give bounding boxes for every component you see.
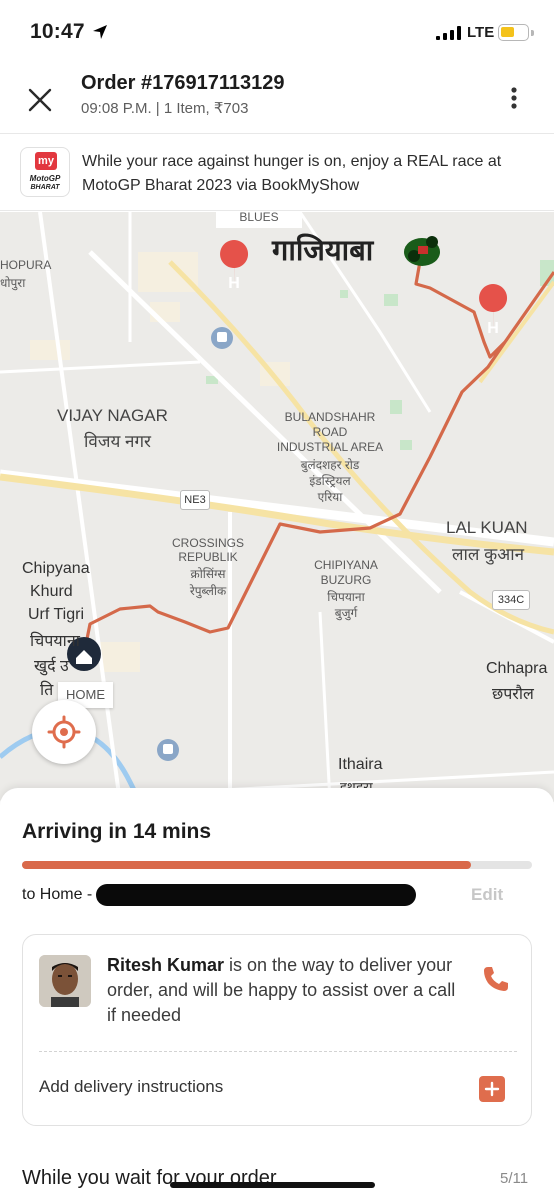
more-options-icon[interactable]: [504, 82, 524, 114]
map-label: विजय नगर: [84, 432, 152, 451]
delivery-instructions-label[interactable]: Add delivery instructions: [39, 1077, 223, 1097]
promo-banner[interactable]: my MotoGP BHARAT While your race against…: [0, 133, 554, 211]
logo-text: BHARAT: [30, 184, 60, 191]
status-bar: 10:47 LTE: [0, 0, 554, 64]
location-arrow-icon: [93, 25, 107, 39]
map-label: BLUES: [216, 212, 302, 228]
logo-text: my: [35, 152, 57, 170]
rider-card: Ritesh Kumar is on the way to deliver yo…: [22, 934, 532, 1126]
map-label: धोपुरा: [0, 276, 26, 290]
map-label: VIJAY NAGAR: [57, 406, 168, 425]
battery-tip: [531, 30, 534, 36]
map-label: चिपयाना: [30, 633, 80, 650]
map-label: INDUSTRIAL AREA: [276, 440, 384, 454]
map-label: REPUBLIK: [178, 550, 238, 564]
order-header: Order #176917113129 09:08 P.M. | 1 Item,…: [0, 64, 554, 132]
svg-text:H: H: [228, 275, 240, 292]
map-label: Chipyana: [22, 560, 90, 577]
plus-icon: [484, 1081, 500, 1097]
order-title: Order #176917113129: [81, 72, 285, 94]
rider-name: Ritesh Kumar: [107, 955, 225, 975]
promo-text: While your race against hunger is on, en…: [82, 153, 502, 194]
crosshair-icon: [47, 715, 81, 749]
delivery-address-label: to Home -: [22, 886, 93, 903]
redacted-address: [96, 884, 416, 906]
card-divider: [39, 1051, 517, 1052]
map-label: रेपुब्लीक: [189, 584, 227, 598]
map-label: Khurd: [30, 583, 73, 600]
edit-address-button[interactable]: Edit: [471, 885, 503, 905]
map-label: HOPURA: [0, 258, 52, 272]
map-label: CHIPIYANA: [314, 558, 378, 572]
signal-icon: [436, 26, 461, 40]
map-label: Chhapra: [486, 660, 548, 677]
wait-carousel-count: 5/11: [500, 1170, 529, 1187]
map-label: 334C: [492, 590, 530, 610]
hospital-pin-icon: H: [479, 284, 508, 337]
rider-marker: [404, 236, 440, 266]
rider-message: Ritesh Kumar is on the way to deliver yo…: [107, 953, 457, 1028]
delivery-progress-bar: [22, 861, 532, 869]
battery-icon: [498, 24, 529, 41]
map-label: Urf Tigri: [28, 606, 84, 623]
order-subtitle: 09:08 P.M. | 1 Item, ₹703: [81, 100, 249, 117]
map-label: चिपयाना: [327, 590, 365, 604]
svg-text:H: H: [487, 320, 499, 337]
map-label: इंडस्ट्रियल: [309, 474, 351, 488]
network-type: LTE: [467, 24, 495, 41]
map-label: छपरौल: [492, 686, 534, 703]
map-label: खुर्द उ: [34, 658, 69, 675]
phone-icon[interactable]: [480, 963, 512, 995]
map-label: ति: [40, 682, 54, 699]
map-label: NE3: [180, 490, 210, 510]
delivery-sheet: Arriving in 14 mins to Home - Edit Rites…: [0, 788, 554, 1200]
add-instructions-button[interactable]: [479, 1076, 505, 1102]
map-label: गाजियाबा: [272, 235, 374, 267]
arrival-status: Arriving in 14 mins: [22, 820, 212, 843]
motogp-logo: my MotoGP BHARAT: [20, 147, 70, 197]
status-time: 10:47: [30, 20, 85, 43]
redaction-scribble: [170, 1182, 375, 1188]
map-label: बुलंदशहर रोड: [300, 458, 360, 472]
map-label: लाल कुआन: [452, 545, 525, 564]
recenter-button[interactable]: [32, 700, 96, 764]
map-label: बुजुर्ग: [334, 606, 358, 620]
hospital-pin-icon: H: [220, 240, 249, 292]
map-label: BULANDSHAHR: [284, 410, 376, 424]
logo-text: MotoGP: [29, 174, 61, 183]
map-label: Ithaira: [338, 756, 383, 773]
close-icon[interactable]: [24, 84, 56, 116]
map-label: क्रोसिंग्स: [190, 567, 226, 581]
delivery-map[interactable]: H H BLUES गाजियाबा HOPURA धोपुरा VIJAY N…: [0, 212, 554, 802]
map-label: CROSSINGS: [171, 536, 244, 550]
map-label: एरिया: [317, 490, 343, 504]
delivery-progress-fill: [22, 861, 471, 869]
map-label: ROAD: [312, 425, 348, 439]
map-label: LAL KUAN: [446, 518, 528, 537]
map-label: BUZURG: [320, 573, 372, 587]
rider-avatar: [39, 955, 91, 1007]
